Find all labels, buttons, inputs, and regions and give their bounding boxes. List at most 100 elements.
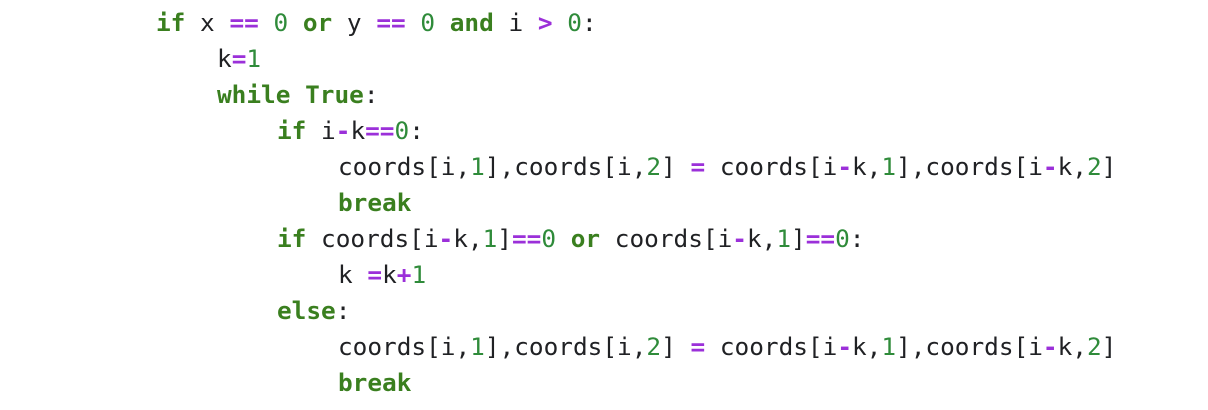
code-line: k=1 xyxy=(217,41,261,77)
code-token-number: 1 xyxy=(776,224,792,253)
code-token-number: 2 xyxy=(646,152,662,181)
code-token-text: : xyxy=(581,8,597,37)
code-line: else: xyxy=(277,293,350,329)
code-token-text: ] xyxy=(791,224,806,253)
code-token-text: ],coords[i xyxy=(896,152,1043,181)
code-token-text: k xyxy=(350,116,366,145)
code-token-operator: == xyxy=(365,116,395,145)
code-line: if x == 0 or y == 0 and i > 0: xyxy=(156,5,597,41)
code-token-text: ],coords[i, xyxy=(484,152,647,181)
code-token-text: ] xyxy=(661,332,691,361)
code-token-keyword: if xyxy=(277,116,307,145)
code-token-text: k, xyxy=(1057,152,1087,181)
code-line: break xyxy=(338,365,411,401)
code-token-text: ] xyxy=(497,224,512,253)
code-token-operator: = xyxy=(690,332,706,361)
code-token-text: k, xyxy=(453,224,483,253)
code-token-number: 1 xyxy=(881,152,897,181)
code-token-operator: == xyxy=(229,8,259,37)
code-token-text: ],coords[i xyxy=(896,332,1043,361)
code-token-number: 2 xyxy=(1086,332,1102,361)
code-token-text: k xyxy=(338,260,368,289)
code-token-operator: - xyxy=(438,224,454,253)
code-token-number: 2 xyxy=(1086,152,1102,181)
code-token-text: ] xyxy=(1101,332,1117,361)
code-token-number: 2 xyxy=(646,332,662,361)
code-token-text: k, xyxy=(1057,332,1087,361)
code-token-number: 1 xyxy=(411,260,427,289)
code-token-number: 1 xyxy=(881,332,897,361)
code-token-keyword: or xyxy=(570,224,601,253)
code-token-text: coords[i xyxy=(306,224,439,253)
code-token-keyword: and xyxy=(449,8,494,37)
code-line: coords[i,1],coords[i,2] = coords[i-k,1],… xyxy=(338,329,1116,365)
code-token-text: k, xyxy=(852,332,882,361)
code-token-text: ] xyxy=(661,152,691,181)
code-token-number: 0 xyxy=(394,116,410,145)
code-token-number: 0 xyxy=(567,8,582,37)
code-token-operator: = xyxy=(690,152,706,181)
code-token-number: 1 xyxy=(246,44,262,73)
code-view: if x == 0 or y == 0 and i > 0: k=1 while… xyxy=(0,0,1208,410)
code-token-operator: - xyxy=(837,332,852,361)
code-token-text: coords[i xyxy=(705,332,838,361)
code-token-text: ],coords[i, xyxy=(484,332,647,361)
code-token-operator: == xyxy=(376,8,406,37)
code-token-operator: - xyxy=(335,116,351,145)
code-token-operator: > xyxy=(537,8,553,37)
code-token-text: : xyxy=(849,224,865,253)
code-token-number: 0 xyxy=(541,224,557,253)
code-token-text: k xyxy=(382,260,397,289)
code-token-operator: = xyxy=(231,44,247,73)
code-token-keyword: True xyxy=(305,80,364,109)
code-token-operator: == xyxy=(805,224,836,253)
code-token-number: 0 xyxy=(835,224,850,253)
code-line: coords[i,1],coords[i,2] = coords[i-k,1],… xyxy=(338,149,1116,185)
code-line: break xyxy=(338,185,411,221)
code-token-keyword: or xyxy=(302,8,333,37)
code-token-operator: - xyxy=(732,224,747,253)
code-token-operator: - xyxy=(1042,152,1058,181)
code-token-text: coords[i, xyxy=(338,332,471,361)
code-line: while True: xyxy=(217,77,379,113)
code-token-number: 1 xyxy=(470,332,485,361)
code-token-text: : xyxy=(363,80,379,109)
code-token-text: i xyxy=(493,8,538,37)
code-token-text: : xyxy=(409,116,424,145)
code-token-number: 1 xyxy=(470,152,485,181)
code-token-operator: = xyxy=(367,260,383,289)
code-token-operator: - xyxy=(1042,332,1058,361)
code-token-keyword: if xyxy=(277,224,307,253)
code-token-keyword: break xyxy=(338,188,412,217)
code-token-keyword: while xyxy=(217,80,291,109)
code-token-text: k xyxy=(217,44,232,73)
code-token-text: y xyxy=(332,8,377,37)
code-token-text: coords[i xyxy=(600,224,733,253)
code-token-operator: + xyxy=(396,260,412,289)
code-line: if coords[i-k,1]==0 or coords[i-k,1]==0: xyxy=(277,221,864,257)
code-token-text: coords[i xyxy=(705,152,838,181)
code-token-text: i xyxy=(306,116,336,145)
code-token-keyword: if xyxy=(156,8,186,37)
code-line: k =k+1 xyxy=(338,257,426,293)
code-token-number: 0 xyxy=(273,8,289,37)
code-line: if i-k==0: xyxy=(277,113,424,149)
code-token-operator: - xyxy=(837,152,852,181)
code-token-keyword: break xyxy=(338,368,412,397)
code-token-keyword: else xyxy=(277,296,336,325)
code-token-operator: == xyxy=(511,224,542,253)
code-token-number: 1 xyxy=(482,224,498,253)
code-token-text: k, xyxy=(746,224,777,253)
code-token-text: x xyxy=(185,8,230,37)
code-token-text: coords[i, xyxy=(338,152,471,181)
code-token-text: : xyxy=(335,296,351,325)
code-token-number: 0 xyxy=(420,8,436,37)
code-token-text: ] xyxy=(1101,152,1117,181)
